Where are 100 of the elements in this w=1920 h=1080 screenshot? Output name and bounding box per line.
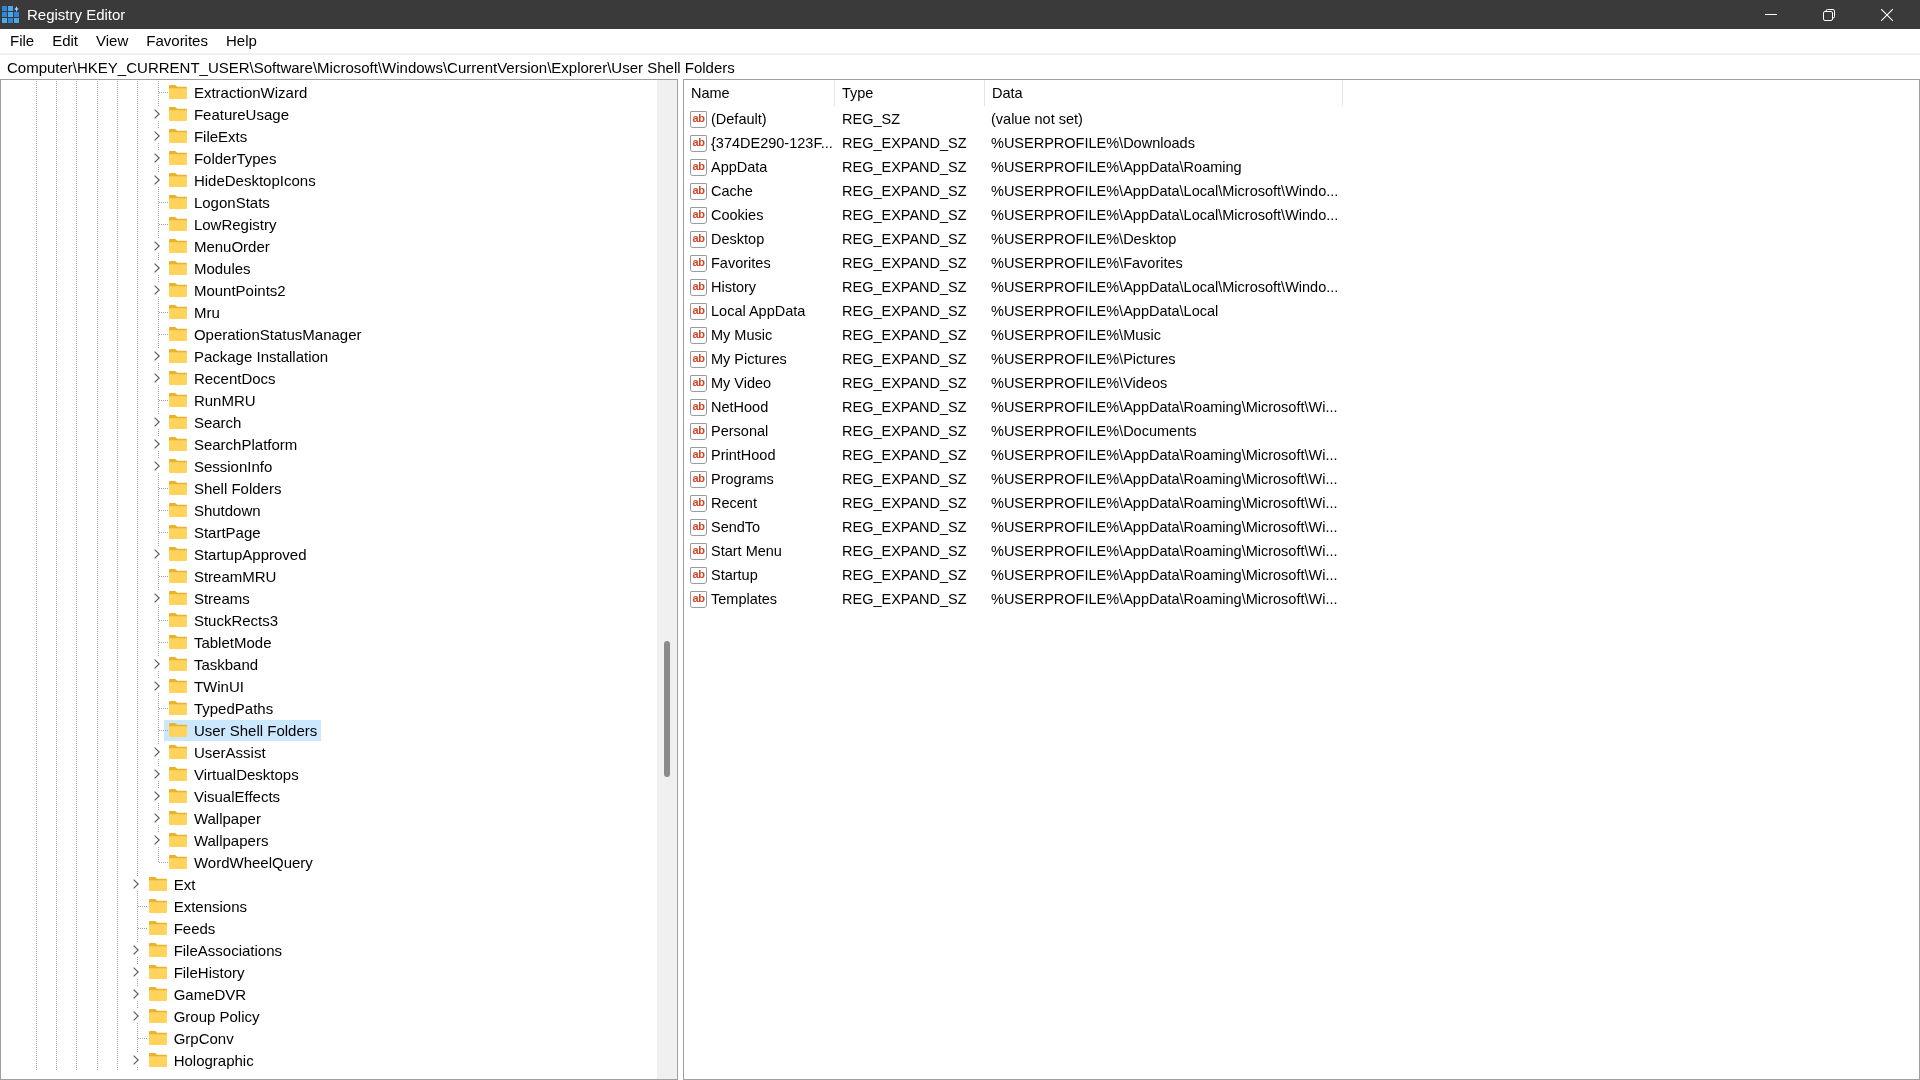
tree-item[interactable]: TabletMode xyxy=(163,631,276,653)
tree-item[interactable]: FeatureUsage xyxy=(163,103,293,125)
address-field[interactable]: Computer\HKEY_CURRENT_USER\Software\Microsoft\Windows\CurrentVersion\Explorer\User Shell Folders xyxy=(0,55,1920,79)
tree-item[interactable]: User Shell Folders xyxy=(163,719,322,741)
tree-item[interactable]: LogonStats xyxy=(163,191,274,213)
chevron-right-icon[interactable] xyxy=(153,659,160,669)
chevron-right-icon[interactable] xyxy=(153,593,160,603)
chevron-right-icon[interactable] xyxy=(153,791,160,801)
value-name[interactable]: Cookies xyxy=(711,207,764,223)
tree-item[interactable]: RunMRU xyxy=(163,389,260,411)
tree-item[interactable]: ExtractionWizard xyxy=(163,81,312,103)
tree-item[interactable]: WordWheelQuery xyxy=(163,851,317,873)
tree-item[interactable]: Group Policy xyxy=(143,1005,264,1027)
value-name[interactable]: My Pictures xyxy=(711,351,787,367)
value-name[interactable]: Local AppData xyxy=(711,303,806,319)
tree-item[interactable]: Shell Folders xyxy=(163,477,286,499)
tree-item[interactable]: FileExts xyxy=(163,125,252,147)
tree-item[interactable]: StreamMRU xyxy=(163,565,281,587)
tree-item[interactable]: SearchPlatform xyxy=(163,433,302,455)
chevron-right-icon[interactable] xyxy=(153,681,160,691)
menu-item[interactable]: Edit xyxy=(43,30,88,52)
value-name[interactable]: PrintHood xyxy=(711,447,776,463)
tree-item[interactable]: UserAssist xyxy=(163,741,270,763)
column-header[interactable]: Data xyxy=(985,80,1343,106)
tree-item[interactable]: Search xyxy=(163,411,246,433)
tree-item[interactable]: FileHistory xyxy=(143,961,249,983)
chevron-right-icon[interactable] xyxy=(133,1055,140,1065)
tree-item[interactable]: RecentDocs xyxy=(163,367,280,389)
value-name[interactable]: Start Menu xyxy=(711,543,782,559)
tree-item[interactable]: Wallpapers xyxy=(163,829,273,851)
chevron-right-icon[interactable] xyxy=(133,989,140,999)
value-name[interactable]: History xyxy=(711,279,757,295)
column-header[interactable]: Type xyxy=(835,80,985,106)
value-name[interactable]: {374DE290-123F... xyxy=(711,135,833,151)
tree-item[interactable]: GameDVR xyxy=(143,983,251,1005)
tree-item[interactable]: Feeds xyxy=(143,917,220,939)
chevron-right-icon[interactable] xyxy=(153,285,160,295)
value-name[interactable]: SendTo xyxy=(711,519,761,535)
value-name[interactable]: Favorites xyxy=(711,255,771,271)
chevron-right-icon[interactable] xyxy=(153,153,160,163)
tree-item[interactable]: TypedPaths xyxy=(163,697,278,719)
tree-item[interactable]: Wallpaper xyxy=(163,807,265,829)
menu-item[interactable]: File xyxy=(1,30,44,52)
value-name[interactable]: Cache xyxy=(711,183,753,199)
chevron-right-icon[interactable] xyxy=(133,945,140,955)
value-name[interactable]: Startup xyxy=(711,567,758,583)
tree-item[interactable]: Extensions xyxy=(143,895,251,917)
chevron-right-icon[interactable] xyxy=(153,241,160,251)
tree-item[interactable]: HideDesktopIcons xyxy=(163,169,320,191)
scrollbar-thumb[interactable] xyxy=(664,641,670,777)
tree-item[interactable]: Ext xyxy=(143,873,200,895)
value-name[interactable]: Personal xyxy=(711,423,769,439)
tree-item[interactable]: Streams xyxy=(163,587,254,609)
tree-item[interactable]: VisualEffects xyxy=(163,785,285,807)
chevron-right-icon[interactable] xyxy=(153,549,160,559)
column-header[interactable]: Name xyxy=(684,80,835,106)
value-name[interactable]: Templates xyxy=(711,591,778,607)
tree-item[interactable]: TWinUI xyxy=(163,675,248,697)
chevron-right-icon[interactable] xyxy=(153,109,160,119)
chevron-right-icon[interactable] xyxy=(153,439,160,449)
chevron-right-icon[interactable] xyxy=(153,175,160,185)
chevron-right-icon[interactable] xyxy=(153,769,160,779)
value-name[interactable]: Programs xyxy=(711,471,774,487)
chevron-right-icon[interactable] xyxy=(153,747,160,757)
chevron-right-icon[interactable] xyxy=(153,835,160,845)
tree-item[interactable]: StartupApproved xyxy=(163,543,311,565)
chevron-right-icon[interactable] xyxy=(153,263,160,273)
menu-item[interactable]: Favorites xyxy=(137,30,217,52)
chevron-right-icon[interactable] xyxy=(153,373,160,383)
tree-item[interactable]: Modules xyxy=(163,257,255,279)
value-name[interactable]: My Music xyxy=(711,327,773,343)
tree-item[interactable]: VirtualDesktops xyxy=(163,763,303,785)
tree-item[interactable]: FolderTypes xyxy=(163,147,281,169)
tree-item[interactable]: MountPoints2 xyxy=(163,279,290,301)
value-name[interactable]: My Video xyxy=(711,375,772,391)
tree-item[interactable]: Holographic xyxy=(143,1049,258,1071)
tree-item[interactable]: Taskband xyxy=(163,653,263,675)
chevron-right-icon[interactable] xyxy=(153,417,160,427)
value-name[interactable]: Desktop xyxy=(711,231,765,247)
tree-item[interactable]: FileAssociations xyxy=(143,939,286,961)
tree-item[interactable]: MenuOrder xyxy=(163,235,274,257)
tree-item[interactable]: LowRegistry xyxy=(163,213,281,235)
chevron-right-icon[interactable] xyxy=(153,351,160,361)
tree-item[interactable]: StartPage xyxy=(163,521,265,543)
tree-item[interactable]: GrpConv xyxy=(143,1027,238,1049)
chevron-right-icon[interactable] xyxy=(153,461,160,471)
menu-item[interactable]: Help xyxy=(216,30,266,52)
tree-item[interactable]: Package Installation xyxy=(163,345,333,367)
tree-item[interactable]: StuckRects3 xyxy=(163,609,283,631)
value-name[interactable]: NetHood xyxy=(711,399,769,415)
tree-item[interactable]: Mru xyxy=(163,301,224,323)
tree-item[interactable]: SessionInfo xyxy=(163,455,277,477)
chevron-right-icon[interactable] xyxy=(153,131,160,141)
tree-item[interactable]: Shutdown xyxy=(163,499,265,521)
chevron-right-icon[interactable] xyxy=(153,813,160,823)
value-name[interactable]: Recent xyxy=(711,495,757,511)
tree-item[interactable]: OperationStatusManager xyxy=(163,323,366,345)
chevron-right-icon[interactable] xyxy=(133,967,140,977)
value-name[interactable]: AppData xyxy=(711,159,768,175)
menu-item[interactable]: View xyxy=(87,30,138,52)
